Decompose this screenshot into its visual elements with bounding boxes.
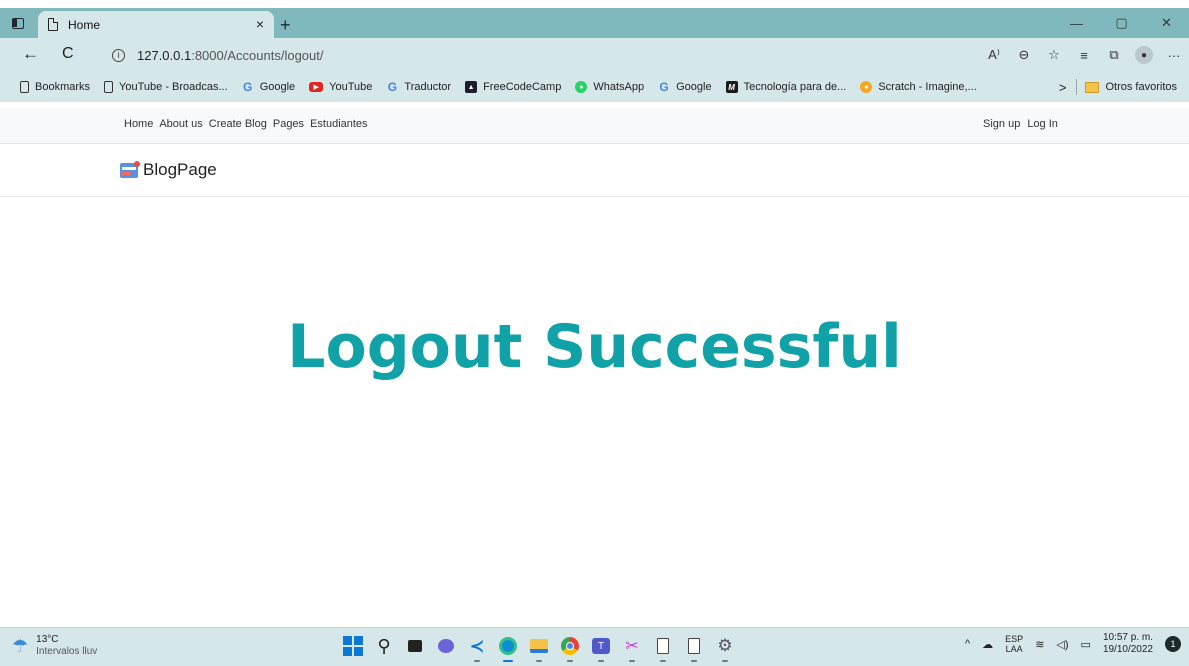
nav-link-estudiantes[interactable]: Estudiantes — [310, 118, 367, 130]
close-window-button[interactable]: ✕ — [1144, 8, 1189, 38]
notification-badge[interactable]: 1 — [1165, 636, 1181, 652]
bookmark-item[interactable]: M Tecnología para de... — [725, 81, 846, 93]
notepad-icon[interactable] — [652, 635, 674, 662]
bookmarks-right: > Otros favoritos — [1059, 72, 1177, 102]
system-tray: ^ ☁ ESP LAA ≋ ◁) ▭ 10:57 p. m. 19/10/2022 … — [953, 632, 1181, 656]
zoom-icon[interactable]: ⊖ — [1009, 47, 1039, 63]
whatsapp-icon: ● — [575, 81, 588, 93]
log-in-link[interactable]: Log In — [1027, 118, 1058, 130]
snipping-tool-icon[interactable]: ✂ — [621, 635, 643, 662]
google-icon: G — [387, 80, 398, 94]
taskbar: ☂ 13°C Intervalos lluv ⚲ ≺ T ✂ ⚙ ^ ☁ ESP… — [0, 627, 1189, 666]
youtube-icon: ▶ — [309, 82, 324, 92]
clock[interactable]: 10:57 p. m. 19/10/2022 — [1103, 632, 1153, 656]
bookmark-item[interactable]: G Traductor — [386, 80, 451, 94]
url-text: 127.0.0.1:8000/Accounts/logout/ — [137, 47, 324, 63]
nav-link-create-blog[interactable]: Create Blog — [209, 118, 267, 130]
auth-links: Sign up Log In — [983, 118, 1065, 130]
bookmark-item[interactable]: ● WhatsApp — [575, 81, 644, 93]
bookmark-item[interactable]: Bookmarks — [20, 81, 90, 93]
battery-icon[interactable]: ▭ — [1081, 638, 1091, 651]
task-view-icon[interactable] — [404, 635, 426, 657]
more-icon[interactable]: ··· — [1159, 48, 1189, 63]
taskbar-apps: ⚲ ≺ T ✂ ⚙ — [342, 635, 745, 662]
volume-icon[interactable]: ◁) — [1056, 638, 1068, 651]
address-bar-row: ← C i 127.0.0.1:8000/Accounts/logout/ A⁾… — [0, 38, 1189, 72]
weather-widget[interactable]: ☂ 13°C Intervalos lluv — [12, 634, 97, 658]
google-icon: G — [659, 80, 669, 94]
page-icon — [48, 18, 58, 31]
teams-icon[interactable]: T — [590, 635, 612, 662]
bookmark-item[interactable]: ▲ FreeCodeCamp — [465, 81, 561, 93]
vscode-icon[interactable]: ≺ — [466, 635, 488, 662]
edge-icon[interactable] — [497, 635, 519, 662]
page-icon — [20, 81, 29, 93]
m-logo-icon: M — [725, 81, 738, 93]
site-nav-links: Home About us Create Blog Pages Estudian… — [124, 118, 374, 130]
bookmarks-overflow-button[interactable]: > — [1059, 80, 1067, 95]
bookmark-item[interactable]: G Google — [658, 80, 711, 94]
maximize-button[interactable]: ▢ — [1099, 8, 1144, 38]
start-icon[interactable] — [342, 635, 364, 657]
divider — [1076, 79, 1078, 95]
favorites-list-icon[interactable]: ≡ — [1069, 48, 1099, 63]
brand-link[interactable]: BlogPage — [120, 160, 217, 180]
browser-titlebar: Home × + — ▢ ✕ — [0, 8, 1189, 38]
bookmark-item[interactable]: YouTube - Broadcas... — [104, 81, 228, 93]
file-explorer-icon[interactable] — [528, 635, 550, 662]
read-aloud-icon[interactable]: A⁾ — [979, 47, 1009, 63]
bookmarks-bar: Bookmarks YouTube - Broadcas... G Google … — [0, 72, 1189, 102]
freecodecamp-icon: ▲ — [465, 81, 478, 93]
profile-icon[interactable]: ● — [1135, 46, 1153, 64]
new-tab-button[interactable]: + — [280, 16, 291, 34]
window-controls: — ▢ ✕ — [1054, 8, 1189, 38]
other-favorites-link[interactable]: Otros favoritos — [1105, 81, 1177, 93]
bookmark-item[interactable]: ● Scratch - Imagine,... — [860, 81, 977, 93]
bookmark-item[interactable]: G Google — [242, 80, 295, 94]
search-icon[interactable]: ⚲ — [373, 635, 395, 657]
sign-up-link[interactable]: Sign up — [983, 118, 1020, 130]
google-icon: G — [243, 80, 253, 94]
weather-temp: 13°C — [36, 634, 59, 645]
browser-toolbar: A⁾ ⊖ ☆ ≡ ⧉ ● ··· — [979, 38, 1189, 72]
brand-bar: BlogPage — [0, 145, 1189, 197]
tab-actions-icon[interactable] — [10, 15, 26, 31]
nav-link-home[interactable]: Home — [124, 118, 153, 130]
chat-icon[interactable] — [435, 635, 457, 657]
nav-link-about[interactable]: About us — [159, 118, 202, 130]
tab-close-icon[interactable]: × — [256, 16, 264, 32]
browser-tab-home[interactable]: Home × — [38, 11, 274, 38]
site-navbar: Home About us Create Blog Pages Estudian… — [0, 108, 1189, 144]
brand-name: BlogPage — [143, 160, 217, 179]
page-icon — [104, 81, 114, 93]
settings-icon[interactable]: ⚙ — [714, 635, 736, 662]
tray-overflow-icon[interactable]: ^ — [965, 638, 970, 650]
favorite-icon[interactable]: ☆ — [1039, 47, 1069, 63]
onedrive-icon[interactable]: ☁ — [982, 638, 993, 651]
umbrella-icon: ☂ — [12, 635, 29, 656]
bookmark-item[interactable]: ▶ YouTube — [309, 81, 372, 93]
folder-icon — [1085, 81, 1100, 93]
top-strip — [0, 0, 1189, 8]
language-indicator[interactable]: ESP LAA — [1005, 634, 1023, 654]
nav-link-pages[interactable]: Pages — [273, 118, 304, 130]
collections-icon[interactable]: ⧉ — [1099, 47, 1129, 63]
notepad-icon[interactable] — [683, 635, 705, 662]
site-info-icon[interactable]: i — [112, 48, 125, 62]
minimize-button[interactable]: — — [1054, 8, 1099, 38]
chrome-icon[interactable] — [559, 635, 581, 662]
tab-title: Home — [68, 17, 101, 32]
back-button[interactable]: ← — [22, 45, 39, 63]
weather-condition: Intervalos lluv — [36, 646, 98, 657]
scratch-icon: ● — [860, 81, 873, 93]
wifi-icon[interactable]: ≋ — [1035, 638, 1044, 651]
refresh-button[interactable]: C — [62, 45, 74, 63]
blog-logo-icon — [120, 161, 140, 179]
page-title: Logout Successful — [287, 312, 902, 382]
url-input[interactable]: i 127.0.0.1:8000/Accounts/logout/ — [98, 42, 1098, 68]
